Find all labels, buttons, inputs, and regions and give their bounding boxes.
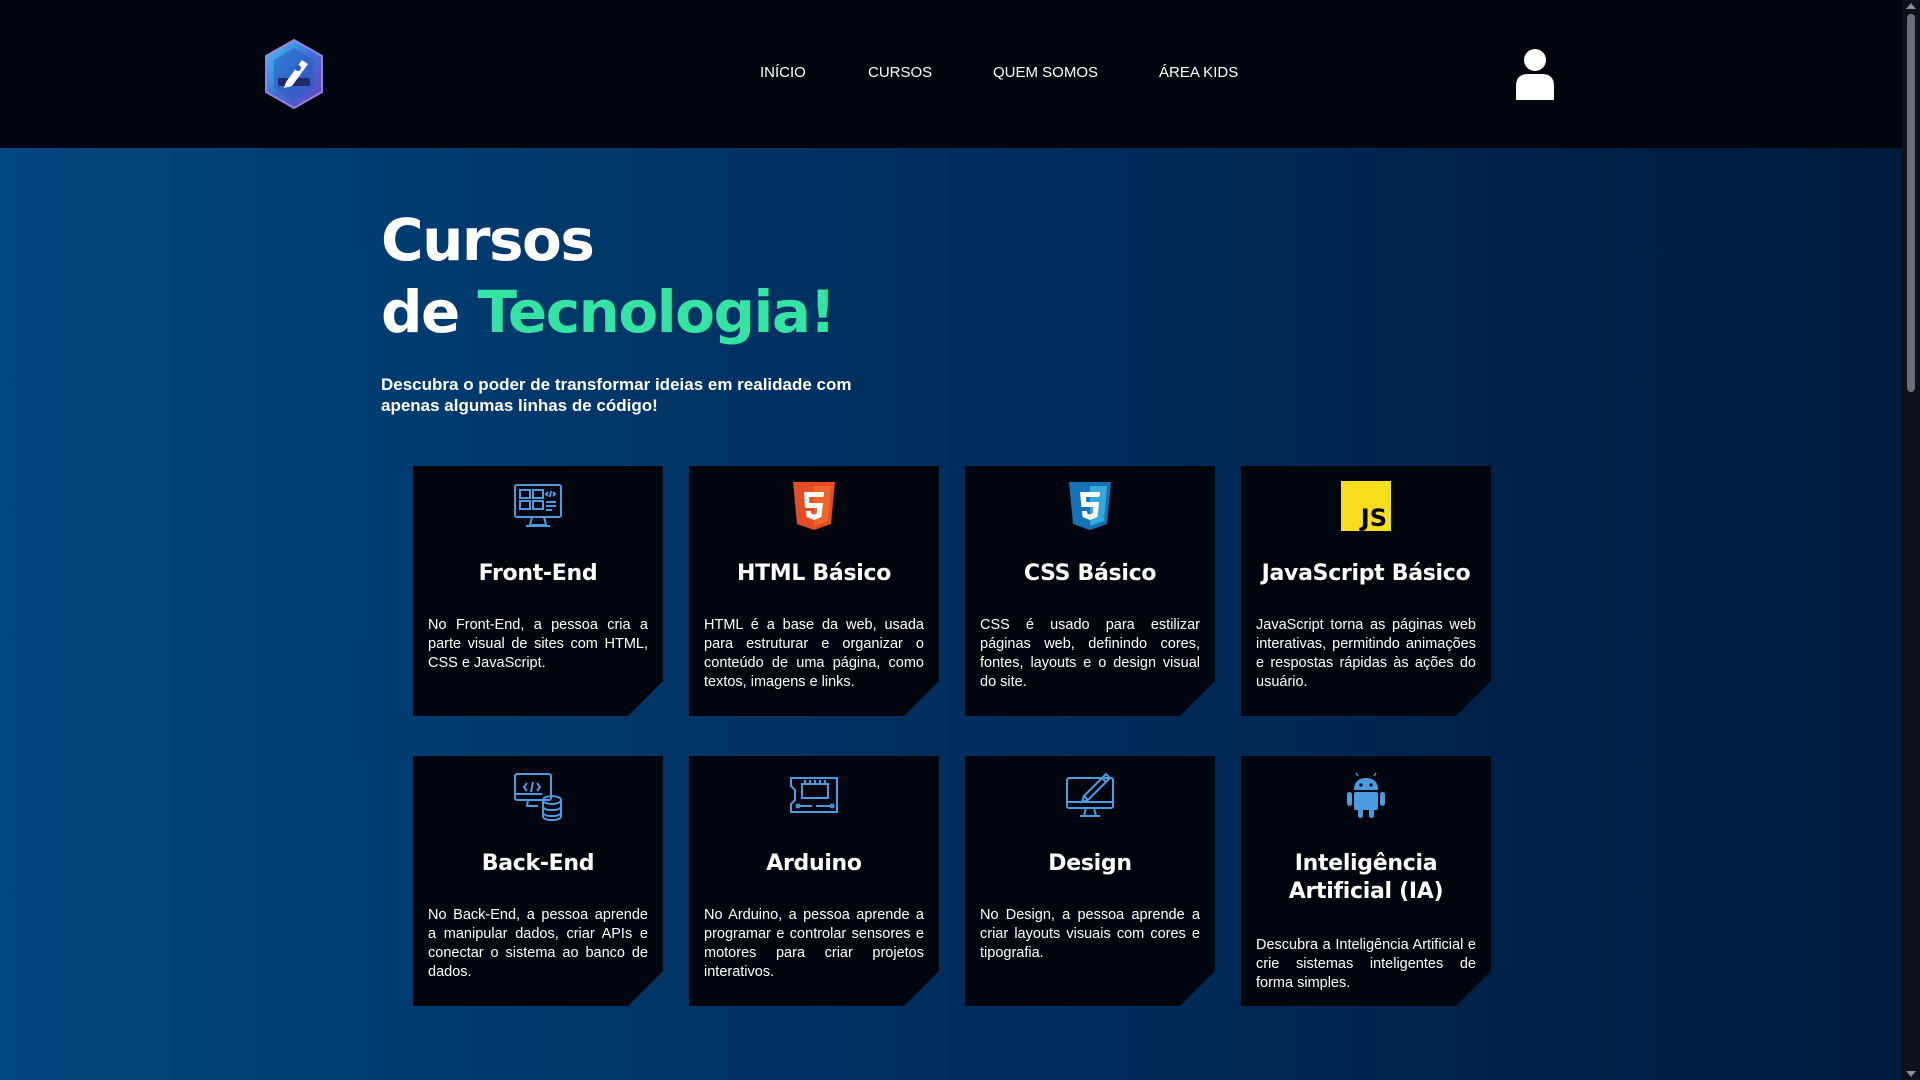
monitor-pen-icon	[1064, 770, 1116, 822]
server-code-icon	[512, 770, 564, 822]
course-card-design[interactable]: Design No Design, a pessoa aprende a cri…	[965, 756, 1215, 1006]
nav-inicio[interactable]: INÍCIO	[760, 64, 806, 81]
nav-area-kids[interactable]: ÁREA KIDS	[1159, 64, 1238, 81]
main-content: Cursos de Tecnologia! Descubra o poder d…	[0, 148, 1902, 1080]
card-description: No Arduino, a pessoa aprende a programar…	[704, 907, 924, 980]
hero-title: Cursos de Tecnologia!	[381, 204, 836, 348]
card-description: No Design, a pessoa aprende a criar layo…	[980, 907, 1200, 961]
card-title: Design	[1048, 851, 1132, 876]
card-title-line2: Artificial (IA)	[1288, 879, 1444, 904]
hero-title-line1: Cursos	[381, 206, 595, 274]
card-title: CSS Básico	[1023, 561, 1157, 586]
hero-title-accent: Tecnologia!	[477, 278, 836, 346]
card-title: Front-End	[478, 561, 598, 586]
vertical-scrollbar[interactable]	[1902, 0, 1920, 1080]
javascript-icon: JS	[1340, 480, 1392, 532]
hero-title-prefix: de	[381, 278, 478, 346]
scroll-down-arrow-icon[interactable]	[1906, 1071, 1916, 1077]
monitor-code-icon	[512, 480, 564, 532]
site-header: INÍCIO CURSOS QUEM SOMOS ÁREA KIDS	[0, 0, 1902, 148]
card-description: Descubra a Inteligência Artificial e cri…	[1256, 937, 1476, 991]
android-icon	[1340, 770, 1392, 822]
scroll-up-arrow-icon[interactable]	[1906, 3, 1916, 9]
course-card-html[interactable]: HTML Básico HTML é a base da web, usada …	[689, 466, 939, 716]
logo-icon[interactable]	[264, 38, 324, 110]
course-card-javascript[interactable]: JS JavaScript Básico JavaScript torna as…	[1241, 466, 1491, 716]
course-card-css[interactable]: CSS Básico CSS é usado para estilizar pá…	[965, 466, 1215, 716]
course-card-front-end[interactable]: Front-End No Front-End, a pessoa cria a …	[413, 466, 663, 716]
nav-cursos[interactable]: CURSOS	[868, 64, 932, 81]
scroll-thumb[interactable]	[1907, 14, 1915, 392]
card-title: Arduino	[766, 851, 862, 876]
hero-subtitle: Descubra o poder de transformar ideias e…	[381, 375, 852, 415]
card-description: CSS é usado para estilizar páginas web, …	[980, 617, 1200, 690]
card-title: JavaScript Básico	[1261, 561, 1471, 586]
circuit-board-icon	[788, 770, 840, 822]
user-icon[interactable]	[1514, 48, 1556, 100]
css3-icon	[1064, 480, 1116, 532]
svg-text:JS: JS	[1359, 504, 1387, 532]
course-card-ai[interactable]: Inteligência Artificial (IA) Descubra a …	[1241, 756, 1491, 1006]
card-title: Back-End	[481, 851, 595, 876]
card-description: HTML é a base da web, usada para estrutu…	[704, 617, 924, 690]
course-card-arduino[interactable]: Arduino No Arduino, a pessoa aprende a p…	[689, 756, 939, 1006]
card-description: No Front-End, a pessoa cria a parte visu…	[428, 617, 648, 671]
card-title: HTML Básico	[736, 561, 892, 586]
nav-quem-somos[interactable]: QUEM SOMOS	[993, 64, 1098, 81]
card-description: No Back-End, a pessoa aprende a manipula…	[428, 907, 648, 980]
card-description: JavaScript torna as páginas web interati…	[1256, 617, 1476, 690]
card-title-line1: Inteligência	[1294, 851, 1438, 876]
card-title: Inteligência Artificial (IA)	[1241, 850, 1491, 906]
course-card-back-end[interactable]: Back-End No Back-End, a pessoa aprende a…	[413, 756, 663, 1006]
html5-icon	[788, 480, 840, 532]
